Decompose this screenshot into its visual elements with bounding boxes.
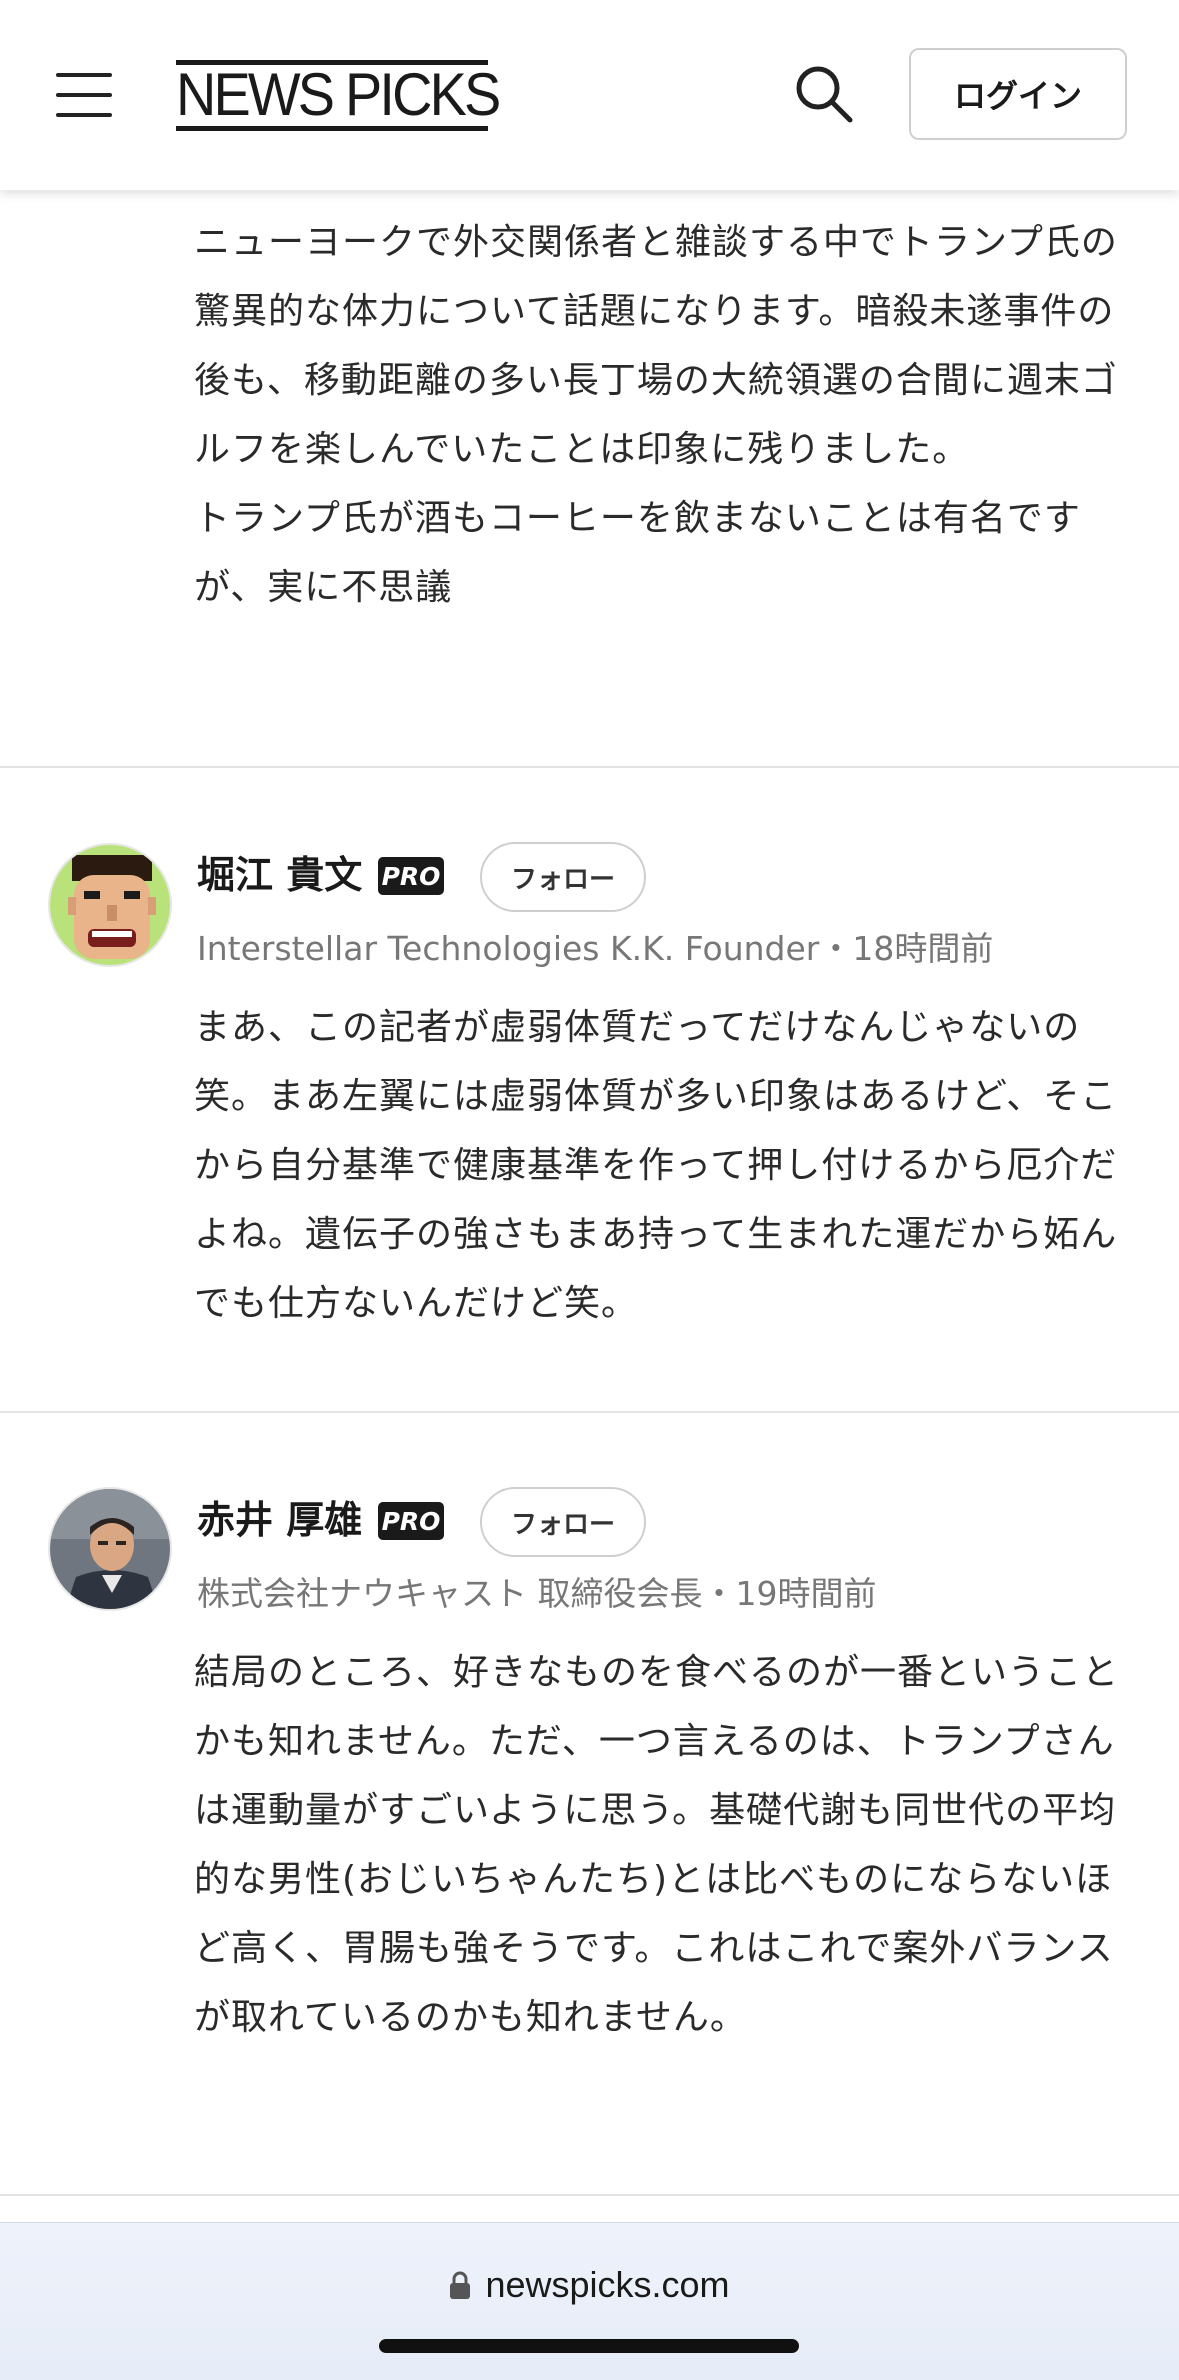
comment-body: 結局のところ、好きなものを食べるのが一番ということかも知れません。ただ、一つ言え… — [194, 1638, 1134, 2052]
comment-body-top: ニューヨークで外交関係者と雑談する中でトランプ氏の驚異的な体力について話題になり… — [194, 208, 1134, 622]
comment-paragraph: トランプ氏が酒もコーヒーを飲まないことは有名ですが、実に不思議 — [194, 498, 1081, 608]
search-icon[interactable] — [792, 62, 856, 126]
avatar-horie[interactable] — [48, 843, 172, 967]
menu-icon[interactable] — [56, 73, 112, 117]
comment-paragraph: まあ、この記者が虚弱体質だってだけなんじゃないの笑。まあ左翼には虚弱体質が多い印… — [194, 1007, 1118, 1324]
site-header: NEWS PICKS ログイン — [0, 0, 1179, 190]
author-name[interactable]: 堀江 貴文 — [197, 845, 362, 905]
browser-address-bar: newspicks.com — [0, 2222, 1179, 2380]
avatar-akai[interactable] — [48, 1487, 172, 1611]
url-text: newspicks.com — [485, 2264, 730, 2305]
comment-paragraph: ニューヨークで外交関係者と雑談する中でトランプ氏の驚異的な体力について話題になり… — [194, 222, 1118, 470]
comment-divider — [0, 766, 1179, 768]
login-button[interactable]: ログイン — [909, 48, 1127, 140]
lock-icon — [450, 2271, 471, 2299]
newspicks-logo[interactable]: NEWS PICKS — [176, 60, 501, 132]
author-meta: 株式会社ナウキャスト 取締役会長・19時間前 — [197, 1574, 877, 1613]
author-meta: Interstellar Technologies K.K. Founder・1… — [197, 929, 994, 968]
url-field[interactable]: newspicks.com — [0, 2257, 1179, 2313]
comment-divider — [0, 2194, 1179, 2196]
pro-badge: PRO — [378, 1502, 444, 1540]
comment-divider — [0, 1411, 1179, 1413]
comment-body: まあ、この記者が虚弱体質だってだけなんじゃないの笑。まあ左翼には虚弱体質が多い印… — [194, 993, 1134, 1338]
comment-paragraph: 結局のところ、好きなものを食べるのが一番ということかも知れません。ただ、一つ言え… — [194, 1652, 1120, 2038]
follow-button[interactable]: フォロー — [480, 842, 646, 912]
pro-badge: PRO — [378, 857, 444, 895]
follow-button[interactable]: フォロー — [480, 1487, 646, 1557]
home-indicator[interactable] — [379, 2339, 799, 2353]
author-name[interactable]: 赤井 厚雄 — [197, 1490, 362, 1550]
logo-text: NEWS PICKS — [176, 61, 501, 128]
